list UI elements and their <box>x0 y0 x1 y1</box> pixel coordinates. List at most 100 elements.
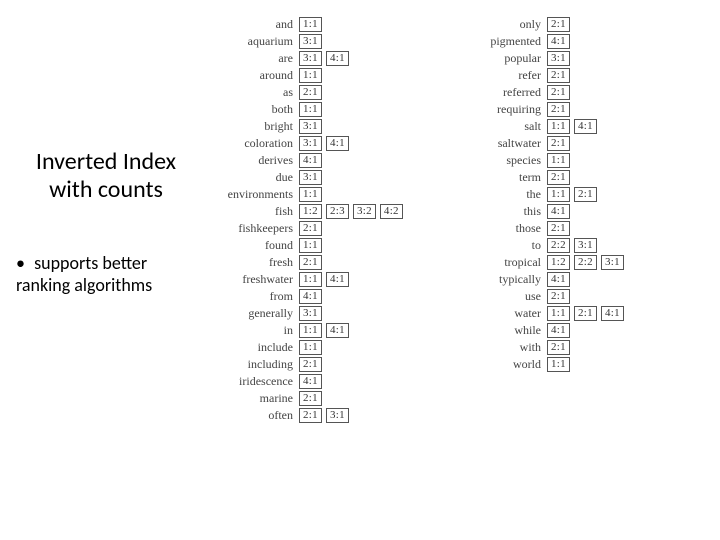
index-row: fish1:22:33:24:2 <box>205 203 445 219</box>
postings-list: 1:22:23:1 <box>547 255 624 270</box>
postings-list: 2:1 <box>547 289 570 304</box>
posting: 3:1 <box>299 51 322 66</box>
bullet-block: • supports better ranking algorithms <box>16 252 196 296</box>
index-row: fresh2:1 <box>205 254 445 270</box>
index-term: fresh <box>205 255 299 270</box>
index-term: marine <box>205 391 299 406</box>
posting: 3:2 <box>353 204 376 219</box>
index-column-1: and1:1aquarium3:1are3:14:1around1:1as2:1… <box>205 16 445 424</box>
posting: 2:1 <box>574 187 597 202</box>
index-term: and <box>205 17 299 32</box>
posting: 1:1 <box>547 187 570 202</box>
index-row: with2:1 <box>453 339 703 355</box>
postings-list: 1:1 <box>299 17 322 32</box>
index-row: derives4:1 <box>205 152 445 168</box>
index-term: from <box>205 289 299 304</box>
posting: 1:1 <box>547 153 570 168</box>
postings-list: 2:1 <box>299 85 322 100</box>
index-term: include <box>205 340 299 355</box>
postings-list: 4:1 <box>547 34 570 49</box>
index-row: saltwater2:1 <box>453 135 703 151</box>
index-row: referred2:1 <box>453 84 703 100</box>
index-term: bright <box>205 119 299 134</box>
index-row: around1:1 <box>205 67 445 83</box>
postings-list: 2:1 <box>299 391 322 406</box>
index-term: fishkeepers <box>205 221 299 236</box>
slide: Inverted Index with counts • supports be… <box>0 0 720 540</box>
postings-list: 1:1 <box>547 153 570 168</box>
posting: 4:2 <box>380 204 403 219</box>
index-term: iridescence <box>205 374 299 389</box>
posting: 1:1 <box>299 323 322 338</box>
posting: 2:1 <box>547 17 570 32</box>
index-term: referred <box>453 85 547 100</box>
index-term: are <box>205 51 299 66</box>
posting: 4:1 <box>299 374 322 389</box>
posting: 3:1 <box>299 119 322 134</box>
index-term: pigmented <box>453 34 547 49</box>
posting: 1:1 <box>299 272 322 287</box>
posting: 4:1 <box>326 136 349 151</box>
postings-list: 3:14:1 <box>299 136 349 151</box>
posting: 1:1 <box>547 119 570 134</box>
index-row: while4:1 <box>453 322 703 338</box>
postings-list: 1:1 <box>299 102 322 117</box>
posting: 1:1 <box>299 187 322 202</box>
index-term: around <box>205 68 299 83</box>
bullet-text-line1: supports better <box>34 252 147 274</box>
index-row: to2:23:1 <box>453 237 703 253</box>
postings-list: 3:1 4:1 <box>299 51 349 66</box>
postings-list: 1:1 <box>547 357 570 372</box>
postings-list: 3:1 <box>299 306 322 321</box>
postings-list: 2:1 <box>547 340 570 355</box>
index-term: popular <box>453 51 547 66</box>
index-column-2: only2:1pigmented4:1popular3:1refer2:1ref… <box>453 16 703 373</box>
index-term: both <box>205 102 299 117</box>
index-row: including2:1 <box>205 356 445 372</box>
postings-list: 1:22:33:24:2 <box>299 204 403 219</box>
postings-list: 1:1 <box>299 68 322 83</box>
index-row: marine2:1 <box>205 390 445 406</box>
posting: 3:1 <box>326 408 349 423</box>
index-row: pigmented4:1 <box>453 33 703 49</box>
index-row: this4:1 <box>453 203 703 219</box>
index-term: those <box>453 221 547 236</box>
index-row: environments1:1 <box>205 186 445 202</box>
postings-list: 1:12:14:1 <box>547 306 624 321</box>
index-term: water <box>453 306 547 321</box>
postings-list: 1:14:1 <box>299 323 349 338</box>
posting: 2:2 <box>574 255 597 270</box>
index-term: to <box>453 238 547 253</box>
index-term: environments <box>205 187 299 202</box>
index-term: with <box>453 340 547 355</box>
index-term: this <box>453 204 547 219</box>
slide-title: Inverted Index with counts <box>16 148 196 203</box>
posting: 1:2 <box>547 255 570 270</box>
index-row: salt1:14:1 <box>453 118 703 134</box>
posting: 4:1 <box>326 51 349 66</box>
postings-list: 2:1 <box>547 136 570 151</box>
index-row: tropical1:22:23:1 <box>453 254 703 270</box>
postings-list: 4:1 <box>547 204 570 219</box>
index-term: refer <box>453 68 547 83</box>
index-term: generally <box>205 306 299 321</box>
index-row: typically4:1 <box>453 271 703 287</box>
index-row: requiring2:1 <box>453 101 703 117</box>
index-term: as <box>205 85 299 100</box>
index-term: often <box>205 408 299 423</box>
posting: 2:1 <box>299 391 322 406</box>
postings-list: 2:1 <box>547 17 570 32</box>
posting: 3:1 <box>547 51 570 66</box>
posting: 1:1 <box>547 357 570 372</box>
index-term: tropical <box>453 255 547 270</box>
index-term: while <box>453 323 547 338</box>
postings-list: 2:1 <box>299 221 322 236</box>
postings-list: 2:1 <box>547 221 570 236</box>
posting: 2:1 <box>547 289 570 304</box>
posting: 4:1 <box>299 153 322 168</box>
posting: 1:1 <box>299 340 322 355</box>
postings-list: 3:1 <box>299 170 322 185</box>
posting: 3:1 <box>299 34 322 49</box>
posting: 1:1 <box>299 68 322 83</box>
index-row: iridescence4:1 <box>205 373 445 389</box>
